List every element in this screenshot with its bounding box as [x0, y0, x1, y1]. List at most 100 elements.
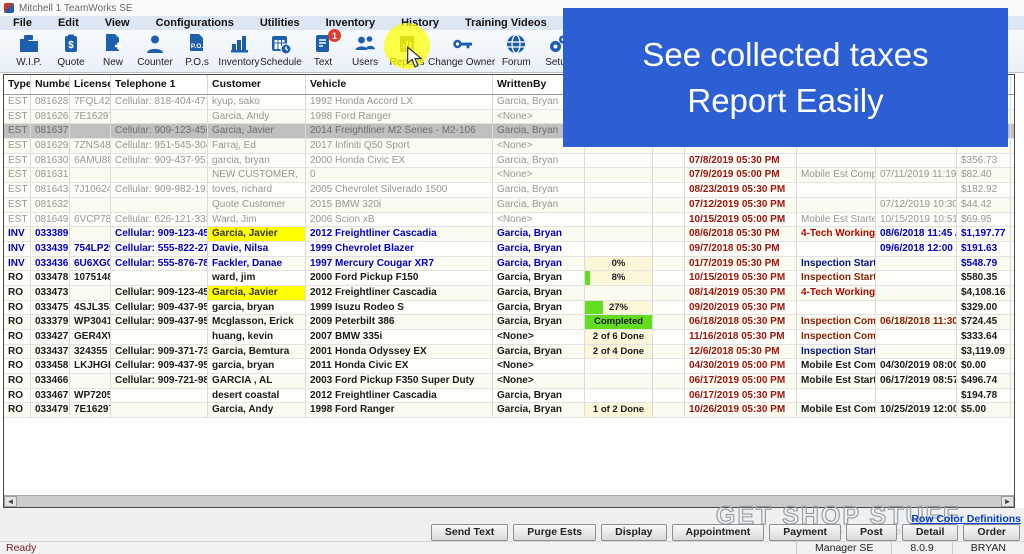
table-row[interactable]: RO0334797E16297Garcia, Andy1998 Ford Ran…: [4, 403, 1014, 418]
column-header-vehicle[interactable]: Vehicle: [306, 75, 493, 94]
toolbar-users-button[interactable]: Users: [344, 30, 386, 72]
menu-item-file[interactable]: File: [0, 16, 45, 30]
toolbar-inventory-button[interactable]: Inventory: [218, 30, 260, 72]
toolbar-quote-button[interactable]: $Quote: [50, 30, 92, 72]
purge-ests-button[interactable]: Purge Ests: [513, 524, 596, 541]
cell-license: 6VCP783: [70, 213, 111, 227]
column-header-type[interactable]: Type: [4, 75, 31, 94]
column-header-customer[interactable]: Customer: [208, 75, 306, 94]
appointment-button[interactable]: Appointment: [672, 524, 765, 541]
cell-promised: 07/12/2019 05:30 PM: [685, 198, 797, 212]
cell-promised: 08/6/2018 05:30 PM: [685, 227, 797, 241]
table-row[interactable]: INV0334366U6XG04Cellular: 555-876-7892Fa…: [4, 257, 1014, 272]
menu-item-edit[interactable]: Edit: [45, 16, 92, 30]
menu-item-utilities[interactable]: Utilities: [247, 16, 313, 30]
toolbar-counter-button[interactable]: Counter: [134, 30, 176, 72]
toolbar-forum-button[interactable]: Forum: [495, 30, 537, 72]
table-row[interactable]: RO033427GER4XWMhuang, kevin2007 BMW 335i…: [4, 330, 1014, 345]
menu-item-configurations[interactable]: Configurations: [143, 16, 247, 30]
toolbar-p-o-s-button[interactable]: P.O.P.O.s: [176, 30, 218, 72]
table-row[interactable]: EST0816496VCP783Cellular: 626-121-3333Wa…: [4, 213, 1014, 228]
column-header-license[interactable]: License: [70, 75, 111, 94]
cell-vehicle: 1999 Chevrolet Blazer: [306, 242, 493, 256]
cell-telephone: [111, 198, 208, 212]
table-row[interactable]: RO033458LKJHGFCellular: 909-437-9514garc…: [4, 359, 1014, 374]
cell-vehicle: 2009 Peterbilt 386: [306, 315, 493, 329]
toolbar-change-owner-button[interactable]: Change Owner: [428, 30, 495, 72]
cell-license: 1075148: [70, 271, 111, 285]
table-row[interactable]: INV033389Cellular: 909-123-4567Garcia, J…: [4, 227, 1014, 242]
toolbar-reports-button[interactable]: Reports: [386, 30, 428, 72]
footer-button-row: Send Text Purge Ests Display AppointmentPay…: [0, 523, 1024, 541]
table-row[interactable]: EST081631NEW CUSTOMER,0<None>07/9/2019 0…: [4, 168, 1014, 183]
cell-vehicle: 2012 Freightliner Cascadia: [306, 227, 493, 241]
cell-progress: [585, 183, 653, 197]
column-header-telephone-1[interactable]: Telephone 1: [111, 75, 208, 94]
cell-customer: Farraj, Ed: [208, 139, 306, 153]
menu-item-view[interactable]: View: [92, 16, 143, 30]
scroll-left-arrow-icon[interactable]: ◄: [4, 496, 17, 507]
cell-written-by: Garcia, Bryan: [493, 242, 585, 256]
cell-telephone: Cellular: 909-437-9514: [111, 315, 208, 329]
table-row[interactable]: RO033467WP7205desert coastal2012 Freight…: [4, 389, 1014, 404]
cell-number: 033436: [31, 257, 70, 271]
cell-telephone: Cellular: 909-123-4567: [111, 124, 208, 138]
status-version: 8.0.9: [891, 542, 951, 554]
cell-status: 4-Tech Working: [797, 286, 876, 300]
toolbar-label: Schedule: [260, 56, 302, 69]
table-row[interactable]: RO0334754SJL353Cellular: 909-437-9514gar…: [4, 301, 1014, 316]
cell-type: INV: [4, 257, 31, 271]
toolbar-schedule-button[interactable]: Schedule: [260, 30, 302, 72]
footer: GET SHOP STUFF SOFTWARE SOLUTIONS Row Co…: [0, 508, 1024, 554]
cell-customer: kyup, sako: [208, 95, 306, 109]
cell-customer: Garcia, Javier: [208, 227, 306, 241]
toolbar-w-i-p-button[interactable]: W.I.P.: [8, 30, 50, 72]
cell-status: 4-Tech Working: [797, 227, 876, 241]
order-button[interactable]: Order: [963, 524, 1020, 541]
table-row[interactable]: RO033473Cellular: 909-123-4567Garcia, Ja…: [4, 286, 1014, 301]
cell-customer: ward, jim: [208, 271, 306, 285]
cell-license: GER4XWM: [70, 330, 111, 344]
table-row[interactable]: RO033379WP30417Cellular: 909-437-9514Mcg…: [4, 315, 1014, 330]
post-button[interactable]: Post: [846, 524, 897, 541]
table-row[interactable]: INV033439754LP29Cellular: 555-822-2703Da…: [4, 242, 1014, 257]
table-row[interactable]: EST0816437J10624Cellular: 909-982-1919to…: [4, 183, 1014, 198]
payment-button[interactable]: Payment: [769, 524, 841, 541]
cell-number: 033467: [31, 389, 70, 403]
cell-customer: Quote Customer: [208, 198, 306, 212]
app-icon: [4, 3, 14, 13]
cell-progress: [585, 286, 653, 300]
table-row[interactable]: EST0816306AMU886Cellular: 909-437-9514ga…: [4, 154, 1014, 169]
cell-progress: [585, 213, 653, 227]
cell-telephone: Cellular: 951-545-3044: [111, 139, 208, 153]
table-row[interactable]: RO0334781075148ward, jim2000 Ford Pickup…: [4, 271, 1014, 286]
table-row[interactable]: RO033437324355Cellular: 909-371-7340Garc…: [4, 345, 1014, 360]
display-button[interactable]: Display: [601, 524, 666, 541]
cell-license: [70, 124, 111, 138]
progress-label: 8%: [585, 271, 652, 285]
wip-icon: [17, 32, 41, 56]
column-header-number[interactable]: Number: [31, 75, 70, 94]
detail-button[interactable]: Detail: [902, 524, 959, 541]
cell-telephone: Cellular: 555-822-2703: [111, 242, 208, 256]
window-title: Mitchell 1 TeamWorks SE: [19, 3, 133, 14]
table-row[interactable]: EST081632Quote Customer2015 BMW 320iGarc…: [4, 198, 1014, 213]
cell-type: RO: [4, 271, 31, 285]
cell-license: WP30417: [70, 315, 111, 329]
toolbar-new-button[interactable]: New: [92, 30, 134, 72]
cell-vehicle: 2005 Chevrolet Silverado 1500: [306, 183, 493, 197]
cell-license: 754LP29: [70, 242, 111, 256]
cell-amount: $1,197.77: [957, 227, 1011, 241]
table-row[interactable]: RO033466Cellular: 909-721-9858GARCIA , A…: [4, 374, 1014, 389]
cell-type: INV: [4, 242, 31, 256]
cell-written-by: <None>: [493, 359, 585, 373]
menu-item-inventory[interactable]: Inventory: [313, 16, 389, 30]
cell-customer: Garcia, Javier: [208, 286, 306, 300]
cell-vehicle: 0: [306, 168, 493, 182]
send-text-button[interactable]: Send Text: [431, 524, 508, 541]
progress-label: 2 of 4 Done: [585, 345, 652, 359]
toolbar-text-button[interactable]: 1Text: [302, 30, 344, 72]
cell-telephone: Cellular: 909-123-4567: [111, 227, 208, 241]
menu-item-training-videos[interactable]: Training Videos: [452, 16, 560, 30]
cell-hat: [653, 198, 685, 212]
